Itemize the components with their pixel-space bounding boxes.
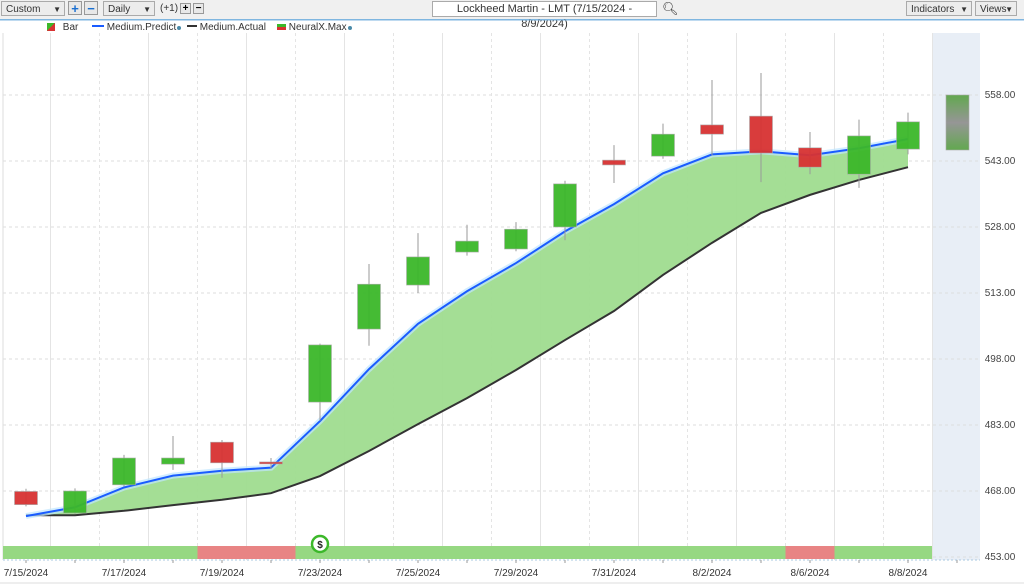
line-icon [187,25,197,27]
neuralx-strip-segment [785,546,835,559]
legend-neuralx-max[interactable]: NeuralX.Max [277,22,352,33]
candle-body [14,491,38,505]
neuralx-strip-segment [491,546,541,559]
neuralx-strip-segment [148,546,198,559]
candle-body [455,240,479,253]
x-tick-label: 7/23/2024 [298,568,343,579]
x-tick-label: 7/25/2024 [396,568,441,579]
x-tick-label: 7/29/2024 [494,568,539,579]
candle-body [210,441,234,464]
line-icon [92,25,104,27]
y-tick-label: 468.00 [985,486,1016,497]
neuralx-strip-segment [442,546,492,559]
y-tick-label: 528.00 [985,222,1016,233]
candle-body [651,133,675,157]
x-tick-label: 8/8/2024 [889,568,928,579]
neuralx-strip-segment [834,546,884,559]
legend-medium-predict[interactable]: Medium.Predict [92,22,182,33]
candle-body [798,147,822,168]
x-tick-label: 7/17/2024 [102,568,147,579]
candle-body [700,124,724,135]
x-tick-label: 8/2/2024 [693,568,732,579]
x-tick-label: 8/6/2024 [791,568,830,579]
legend-label: NeuralX.Max [288,22,347,33]
y-tick-label: 558.00 [985,90,1016,101]
neuralx-strip-segment [50,546,100,559]
neuralx-strip-segment [344,546,394,559]
legend-medium-actual[interactable]: Medium.Actual [187,22,266,33]
neuralx-strip-segment [99,546,149,559]
strip-icon [277,24,286,30]
candle-body [112,457,136,486]
settings-dot-icon [347,26,352,30]
price-chart[interactable]: 558.00 543.00 528.00 513.00 498.00 483.00 468.… [0,0,1024,588]
forecast-candle [945,94,970,151]
legend-bar[interactable]: Bar [47,22,78,33]
candle-body [896,121,920,150]
legend-label: Medium.Actual [199,22,266,33]
candle-body [63,490,87,514]
neuralx-strip-segment [638,546,688,559]
neuralx-strip-segment [393,546,443,559]
y-tick-label: 498.00 [985,354,1016,365]
neuralx-strip-segment [589,546,639,559]
candle-body [406,256,430,286]
signal-marker-label: $ [317,540,323,551]
legend-label: Bar [62,22,79,33]
neuralx-strip-segment [540,546,590,559]
neuralx-strip-segment [3,546,51,559]
candle-body [357,283,381,330]
neuralx-strip-segment [197,546,247,559]
y-tick-label: 513.00 [985,288,1016,299]
candle-body [553,183,577,228]
candle-body [847,135,871,175]
candle-body [161,457,185,465]
neuralx-strip-segment [736,546,786,559]
neuralx-strip-segment [687,546,737,559]
settings-dot-icon [177,26,182,30]
x-tick-label: 7/19/2024 [200,568,245,579]
y-tick-label: 483.00 [985,420,1016,431]
y-tick-label: 453.00 [985,552,1016,563]
candle-body [308,344,332,403]
x-tick-label: 7/15/2024 [4,568,49,579]
neuralx-strip-segment [883,546,932,559]
bar-icon [47,23,55,31]
predict-actual-fill [26,139,908,517]
candle-body [504,228,528,250]
neuralx-strip-segment [246,546,296,559]
legend-label: Medium.Predict [106,22,177,33]
x-tick-label: 7/31/2024 [592,568,637,579]
candle-body [749,115,773,154]
candle-body [259,461,283,465]
candle-body [602,159,626,166]
y-tick-label: 543.00 [985,156,1016,167]
